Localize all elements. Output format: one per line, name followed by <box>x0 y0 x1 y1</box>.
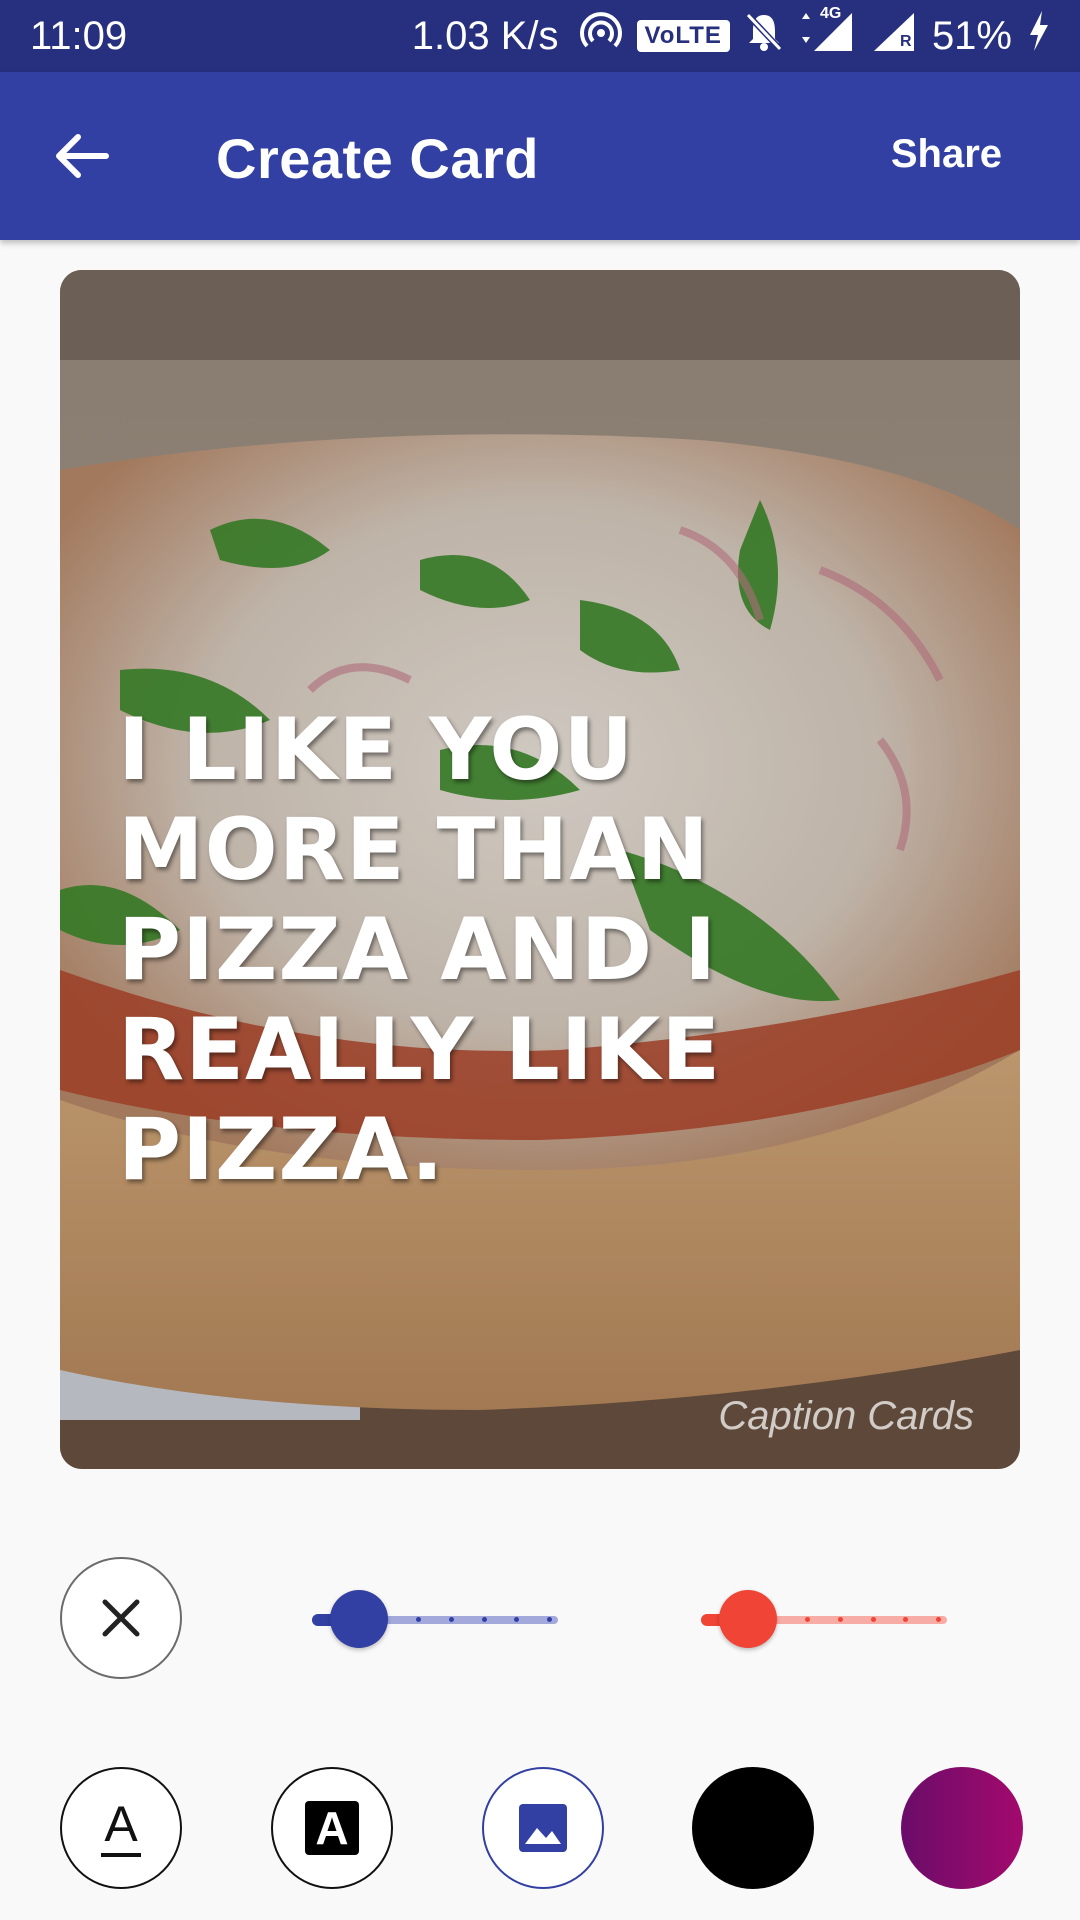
network-type-label: 4G <box>819 5 842 22</box>
color-swatch-purple[interactable] <box>901 1767 1023 1889</box>
hotspot-icon <box>579 9 623 63</box>
network-speed: 1.03 K/s <box>411 13 559 58</box>
close-icon <box>102 1599 140 1637</box>
signal-4g-icon: 4G <box>798 5 856 63</box>
text-background-icon: A <box>305 1801 359 1855</box>
mute-notifications-icon <box>744 9 784 63</box>
color-swatch-black[interactable] <box>692 1767 814 1889</box>
battery-percentage: 51% <box>931 13 1012 58</box>
volte-badge: VoLTE <box>636 20 730 52</box>
back-button[interactable] <box>40 114 124 198</box>
overlay-opacity-slider[interactable] <box>701 1590 947 1650</box>
status-bar: 11:09 1.03 K/s VoLTE 4G R 51% <box>0 0 1080 72</box>
text-size-slider[interactable] <box>312 1590 558 1650</box>
status-time: 11:09 <box>30 14 128 58</box>
slider-thumb[interactable] <box>329 1590 388 1648</box>
caption-card[interactable]: I like you more than pizza and I really … <box>60 270 1020 1469</box>
status-icons: 1.03 K/s VoLTE 4G R 51% <box>411 5 1052 63</box>
charging-icon <box>1026 9 1052 63</box>
slider-thumb[interactable] <box>718 1590 777 1648</box>
text-format-icon: A <box>101 1799 141 1857</box>
text-style-glyph: A <box>104 1796 138 1852</box>
card-quote[interactable]: I like you more than pizza and I really … <box>118 700 878 1200</box>
card-watermark: Caption Cards <box>718 1394 974 1438</box>
signal-roaming-icon: R <box>870 9 918 63</box>
page-title: Create Card <box>216 127 539 190</box>
roaming-label: R <box>899 33 912 50</box>
change-image-button[interactable] <box>482 1767 604 1889</box>
text-style-button[interactable]: A <box>60 1767 182 1889</box>
close-button[interactable] <box>60 1557 182 1679</box>
text-background-button[interactable]: A <box>271 1767 393 1889</box>
app-bar: Create Card Share <box>0 72 1080 240</box>
share-button[interactable]: Share <box>891 132 1002 177</box>
image-icon <box>519 1804 567 1852</box>
back-arrow-icon <box>56 134 109 178</box>
